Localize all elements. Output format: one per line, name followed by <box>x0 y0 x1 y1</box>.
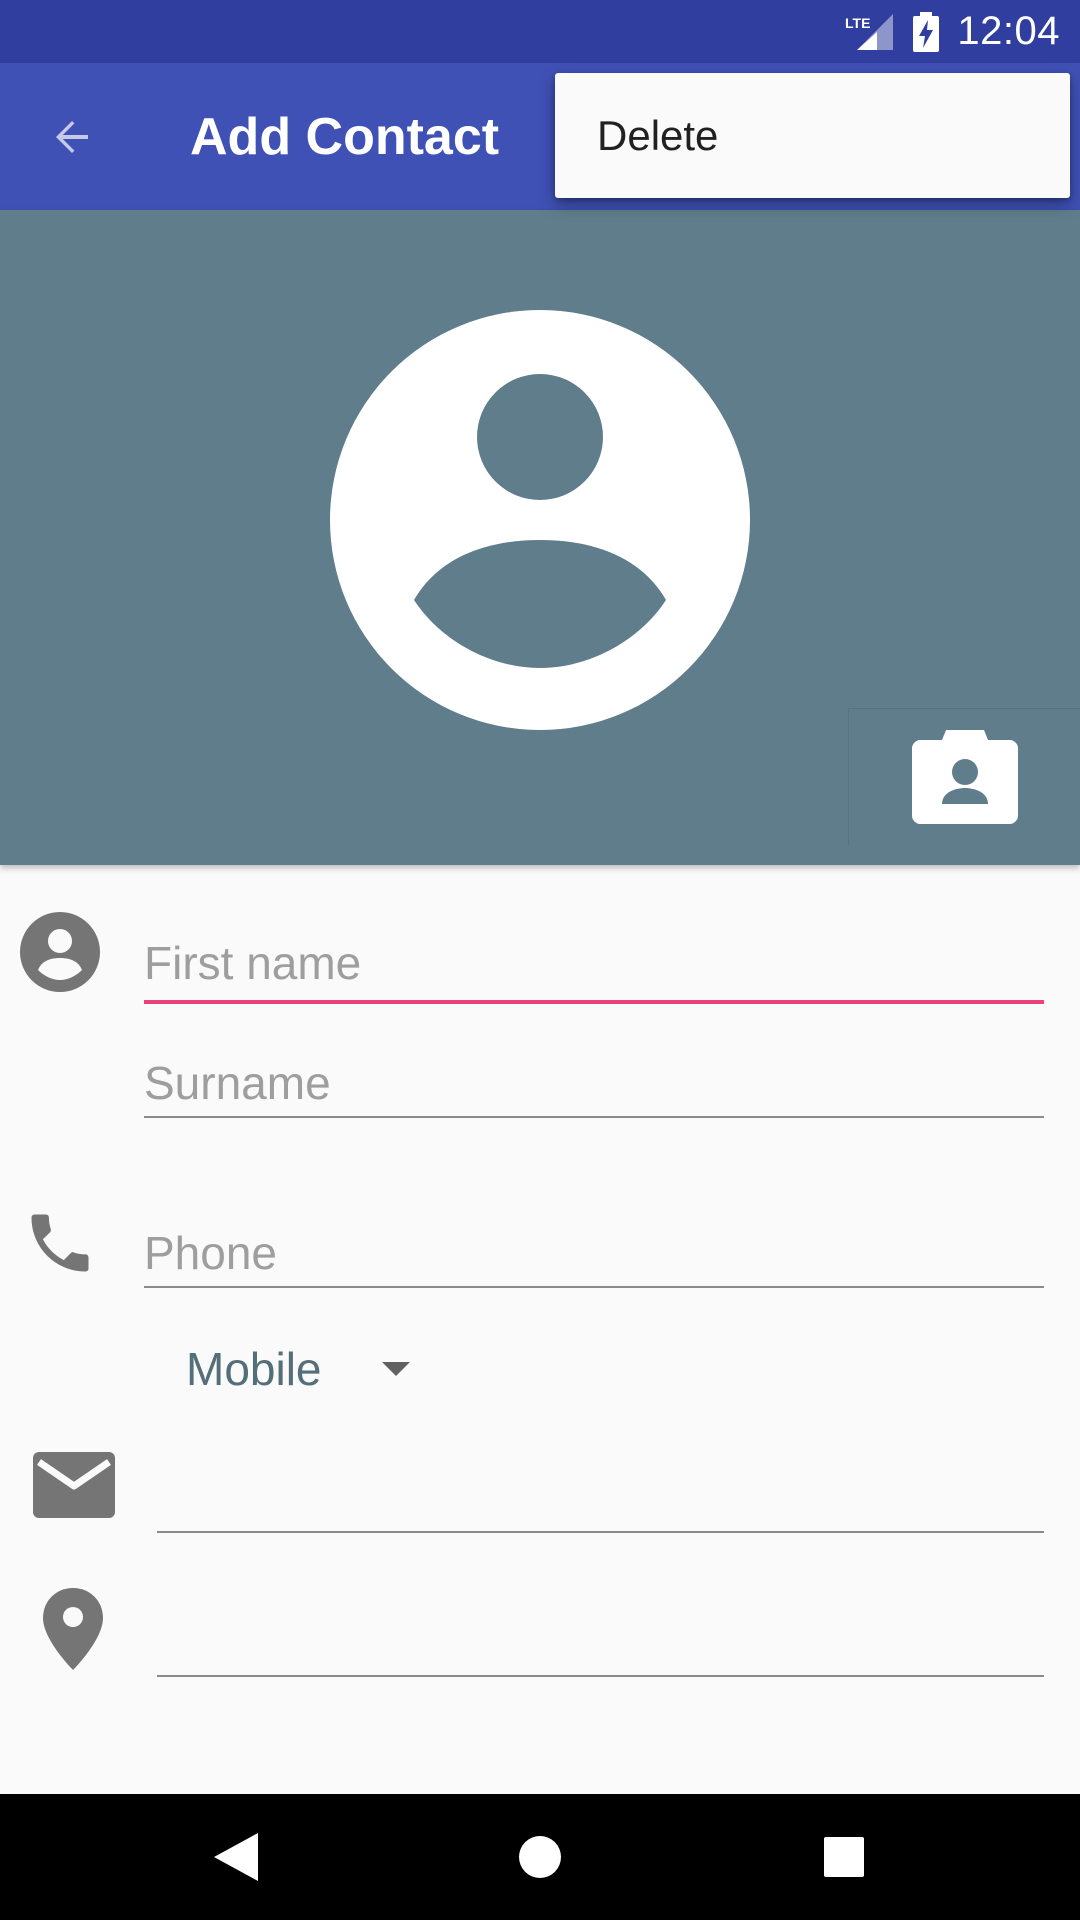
status-bar: LTE 12:04 <box>0 0 1080 63</box>
back-button[interactable] <box>36 101 108 173</box>
phone-icon <box>31 1214 89 1272</box>
first-name-field[interactable]: First name <box>144 930 1044 1006</box>
location-pin-icon <box>43 1588 103 1670</box>
battery-charging-icon <box>913 11 940 52</box>
phone-underline <box>144 1286 1044 1288</box>
change-photo-button[interactable] <box>848 708 1080 845</box>
first-name-placeholder: First name <box>144 937 362 989</box>
svg-text:LTE: LTE <box>845 15 870 31</box>
nav-recents-icon <box>824 1837 864 1877</box>
nav-back-button[interactable] <box>176 1794 296 1920</box>
dropdown-arrow-icon <box>381 1362 410 1376</box>
address-underline <box>157 1675 1044 1677</box>
nav-home-icon <box>519 1836 561 1878</box>
surname-field[interactable]: Surname <box>144 1050 1044 1120</box>
phone-placeholder: Phone <box>144 1227 278 1279</box>
camera-contact-icon <box>911 730 1018 824</box>
first-name-underline <box>144 1000 1044 1004</box>
nav-home-button[interactable] <box>480 1794 600 1920</box>
phone-type-value: Mobile <box>186 1343 322 1395</box>
phone-field[interactable]: Phone <box>144 1220 1044 1290</box>
address-field[interactable] <box>157 1594 1044 1680</box>
surname-placeholder: Surname <box>144 1057 331 1109</box>
system-nav-bar <box>0 1794 1080 1920</box>
email-icon <box>33 1452 115 1518</box>
menu-item-delete[interactable]: Delete <box>555 73 1070 198</box>
phone-type-dropdown[interactable]: Mobile <box>186 1342 410 1396</box>
status-icons: LTE 12:04 <box>845 0 1060 63</box>
page-title: Add Contact <box>190 107 500 166</box>
account-circle-icon <box>330 310 750 730</box>
email-field[interactable] <box>157 1450 1044 1536</box>
nav-back-icon <box>214 1833 258 1881</box>
lte-signal-icon: LTE <box>845 12 895 52</box>
arrow-back-icon <box>56 121 88 153</box>
nav-recents-button[interactable] <box>784 1794 904 1920</box>
status-time: 12:04 <box>957 9 1060 53</box>
surname-underline <box>144 1116 1044 1118</box>
email-underline <box>157 1531 1044 1533</box>
person-icon <box>20 912 100 992</box>
overflow-menu: Delete <box>555 73 1070 198</box>
contact-photo-area[interactable] <box>0 210 1080 865</box>
